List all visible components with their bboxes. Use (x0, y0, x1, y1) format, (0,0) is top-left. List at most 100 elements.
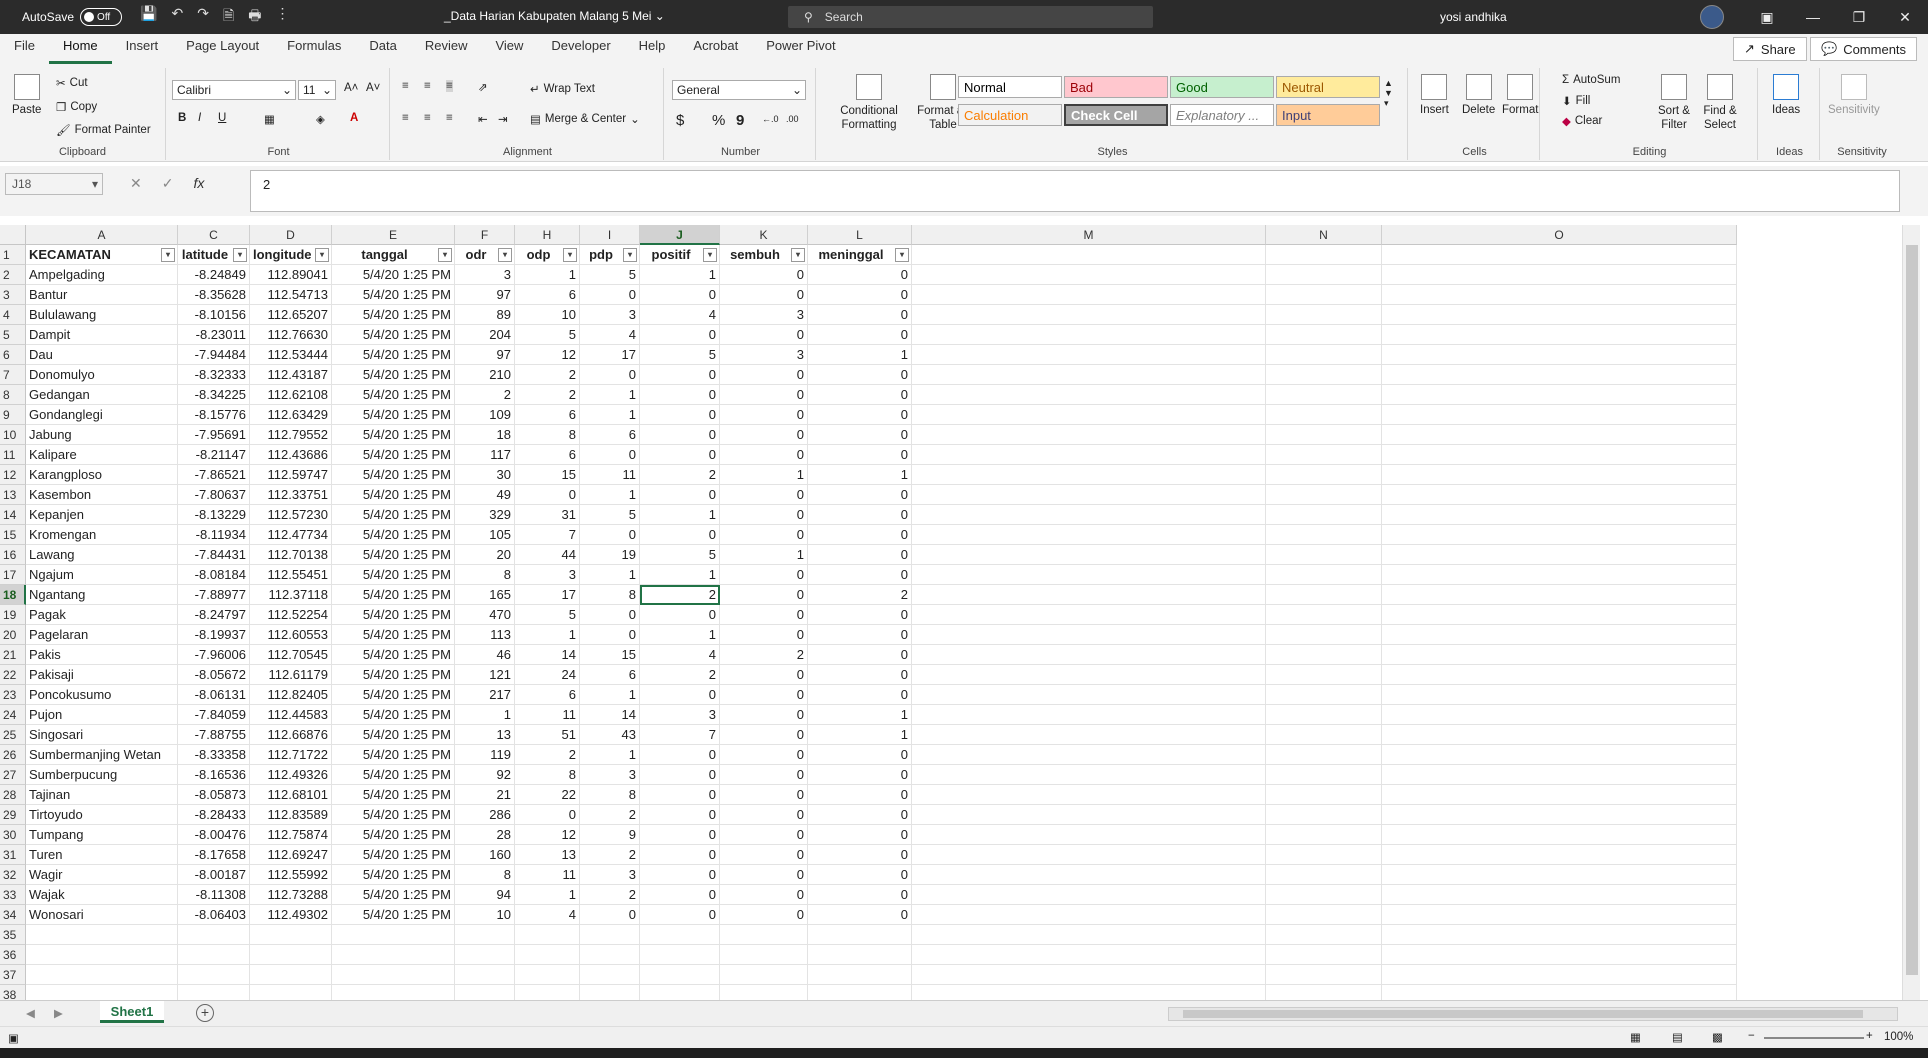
empty-cell[interactable] (250, 925, 332, 945)
table-cell[interactable]: 0 (720, 785, 808, 805)
table-cell[interactable]: 0 (720, 845, 808, 865)
table-cell[interactable]: 1 (580, 685, 640, 705)
column-header-j[interactable]: J (640, 225, 720, 245)
table-cell[interactable]: 0 (640, 485, 720, 505)
empty-cell[interactable] (250, 985, 332, 1000)
table-cell[interactable]: 112.59747 (250, 465, 332, 485)
table-cell[interactable]: 112.57230 (250, 505, 332, 525)
empty-cell[interactable] (1382, 405, 1737, 425)
empty-cell[interactable] (912, 725, 1266, 745)
empty-cell[interactable] (912, 825, 1266, 845)
column-header-k[interactable]: K (720, 225, 808, 245)
empty-cell[interactable] (912, 865, 1266, 885)
table-cell[interactable]: 0 (720, 665, 808, 685)
align-center-icon[interactable]: ≡ (424, 112, 431, 124)
empty-cell[interactable] (808, 965, 912, 985)
row-header[interactable]: 1 (0, 245, 26, 265)
table-cell-name[interactable]: Ampelgading (26, 265, 178, 285)
filter-dropdown-icon[interactable]: ▾ (623, 248, 637, 262)
table-cell[interactable]: -8.23011 (178, 325, 250, 345)
empty-cell[interactable] (515, 965, 580, 985)
empty-cell[interactable] (178, 985, 250, 1000)
table-cell[interactable]: 18 (455, 425, 515, 445)
table-cell[interactable]: 7 (515, 525, 580, 545)
empty-cell[interactable] (455, 965, 515, 985)
table-cell[interactable]: 0 (720, 525, 808, 545)
empty-cell[interactable] (1382, 445, 1737, 465)
table-cell[interactable]: 5/4/20 1:25 PM (332, 485, 455, 505)
table-cell-name[interactable]: Wajak (26, 885, 178, 905)
table-cell[interactable]: 0 (640, 385, 720, 405)
table-cell[interactable]: 5/4/20 1:25 PM (332, 685, 455, 705)
table-cell[interactable]: 5/4/20 1:25 PM (332, 405, 455, 425)
empty-cell[interactable] (912, 705, 1266, 725)
ideas-button[interactable]: Ideas (1772, 74, 1800, 116)
print-icon[interactable]: 🖶 (248, 5, 261, 29)
empty-cell[interactable] (1266, 405, 1382, 425)
table-cell[interactable]: 1 (515, 625, 580, 645)
empty-cell[interactable] (515, 985, 580, 1000)
table-cell[interactable]: 5/4/20 1:25 PM (332, 605, 455, 625)
font-size-select[interactable]: 11 ⌄ (298, 80, 336, 100)
cell-style-neutral[interactable]: Neutral (1276, 76, 1380, 98)
empty-cell[interactable] (912, 685, 1266, 705)
row-header[interactable]: 8 (0, 385, 26, 405)
header-cell-odp[interactable]: odp ▾ (515, 245, 580, 265)
column-header-e[interactable]: E (332, 225, 455, 245)
table-cell[interactable]: 0 (720, 385, 808, 405)
decrease-decimal-icon[interactable]: .00 (786, 114, 799, 124)
tab-review[interactable]: Review (411, 34, 482, 64)
table-cell-name[interactable]: Pujon (26, 705, 178, 725)
table-cell[interactable]: 17 (580, 345, 640, 365)
insert-cells-button[interactable]: Insert (1420, 74, 1449, 116)
table-cell[interactable]: -8.13229 (178, 505, 250, 525)
table-cell[interactable]: 0 (580, 625, 640, 645)
worksheet-grid[interactable]: A C D E F H I J K L M N O 1 2 3 4 5 6 7 8 9 10 11 12 13 14 15 16 17 18… (0, 225, 1900, 1000)
table-cell[interactable]: -8.15776 (178, 405, 250, 425)
empty-cell[interactable] (1266, 465, 1382, 485)
table-cell[interactable]: 6 (515, 405, 580, 425)
table-cell[interactable]: 1 (720, 545, 808, 565)
row-header[interactable]: 32 (0, 865, 26, 885)
empty-cell[interactable] (1266, 645, 1382, 665)
table-cell[interactable]: 0 (640, 825, 720, 845)
empty-cell[interactable] (1382, 965, 1737, 985)
currency-icon[interactable]: $ (676, 112, 684, 129)
save-icon[interactable]: 💾 (140, 5, 157, 29)
table-cell[interactable]: 112.68101 (250, 785, 332, 805)
comma-icon[interactable]: 9 (736, 112, 744, 129)
paste-button[interactable]: Paste (12, 74, 41, 116)
empty-cell[interactable] (26, 945, 178, 965)
empty-cell[interactable] (1382, 285, 1737, 305)
restore-icon[interactable]: ❐ (1836, 0, 1882, 34)
empty-cell[interactable] (912, 325, 1266, 345)
table-cell[interactable]: 19 (580, 545, 640, 565)
table-cell[interactable]: 0 (640, 445, 720, 465)
table-cell[interactable]: -8.10156 (178, 305, 250, 325)
user-name[interactable]: yosi andhika (1440, 10, 1507, 24)
empty-cell[interactable] (1266, 885, 1382, 905)
table-cell[interactable]: 1 (580, 485, 640, 505)
table-cell[interactable]: 4 (515, 905, 580, 925)
row-header[interactable]: 23 (0, 685, 26, 705)
shrink-font-button[interactable]: A˅ (366, 82, 380, 94)
table-cell[interactable]: 46 (455, 645, 515, 665)
table-cell[interactable]: 112.75874 (250, 825, 332, 845)
table-cell[interactable]: 1 (808, 725, 912, 745)
table-cell-name[interactable]: Tumpang (26, 825, 178, 845)
table-cell[interactable]: 10 (515, 305, 580, 325)
table-cell[interactable]: -7.84059 (178, 705, 250, 725)
empty-cell[interactable] (1266, 485, 1382, 505)
minimize-icon[interactable]: — (1790, 0, 1836, 34)
table-cell[interactable]: 0 (720, 705, 808, 725)
empty-cell[interactable] (455, 925, 515, 945)
empty-cell[interactable] (640, 925, 720, 945)
empty-cell[interactable] (1382, 365, 1737, 385)
table-cell[interactable]: 112.53444 (250, 345, 332, 365)
empty-cell[interactable] (1382, 345, 1737, 365)
table-cell-name[interactable]: Ngajum (26, 565, 178, 585)
table-cell[interactable]: 8 (515, 765, 580, 785)
empty-cell[interactable] (1382, 945, 1737, 965)
table-cell[interactable]: 0 (720, 765, 808, 785)
empty-cell[interactable] (1382, 685, 1737, 705)
